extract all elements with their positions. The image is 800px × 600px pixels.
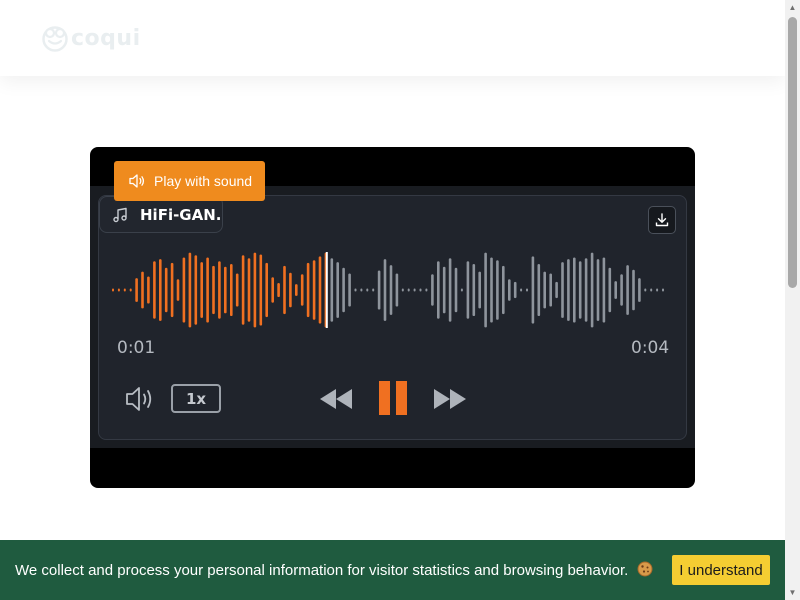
cookie-message: We collect and process your personal inf… (15, 561, 653, 579)
model-label-tag: HiFi-GAN. (99, 196, 223, 233)
waveform[interactable] (110, 250, 666, 330)
logo-text: coqui (71, 25, 141, 51)
model-label: HiFi-GAN. (140, 205, 222, 224)
rewind-button[interactable] (318, 386, 354, 412)
total-time: 0:04 (631, 338, 670, 358)
fast-forward-icon (434, 389, 466, 409)
playback-speed-button[interactable]: 1x (171, 384, 221, 413)
pause-button[interactable] (379, 381, 407, 415)
download-button[interactable] (648, 206, 676, 234)
scroll-up-icon[interactable]: ▲ (788, 3, 797, 12)
cookie-message-text: We collect and process your personal inf… (15, 562, 629, 579)
cookie-banner: We collect and process your personal inf… (0, 540, 785, 600)
site-header: coqui (0, 0, 785, 76)
fast-forward-button[interactable] (432, 386, 468, 412)
scroll-thumb[interactable] (788, 17, 797, 288)
volume-button[interactable] (124, 384, 158, 414)
logo[interactable]: coqui (41, 24, 141, 52)
page-scrollbar[interactable]: ▲ ▼ (785, 0, 800, 600)
scroll-down-icon[interactable]: ▼ (788, 588, 797, 597)
cookie-icon (637, 561, 653, 577)
download-icon (655, 213, 669, 227)
current-time: 0:01 (117, 338, 156, 358)
play-with-sound-button[interactable]: Play with sound (114, 161, 265, 201)
cookie-accept-button[interactable]: I understand (672, 555, 770, 585)
speaker-icon (129, 174, 145, 188)
pause-icon (379, 381, 407, 415)
frog-face-icon (42, 26, 68, 52)
volume-icon (126, 387, 152, 411)
play-with-sound-label: Play with sound (154, 173, 253, 189)
music-note-icon (113, 207, 127, 222)
rewind-icon (320, 389, 352, 409)
